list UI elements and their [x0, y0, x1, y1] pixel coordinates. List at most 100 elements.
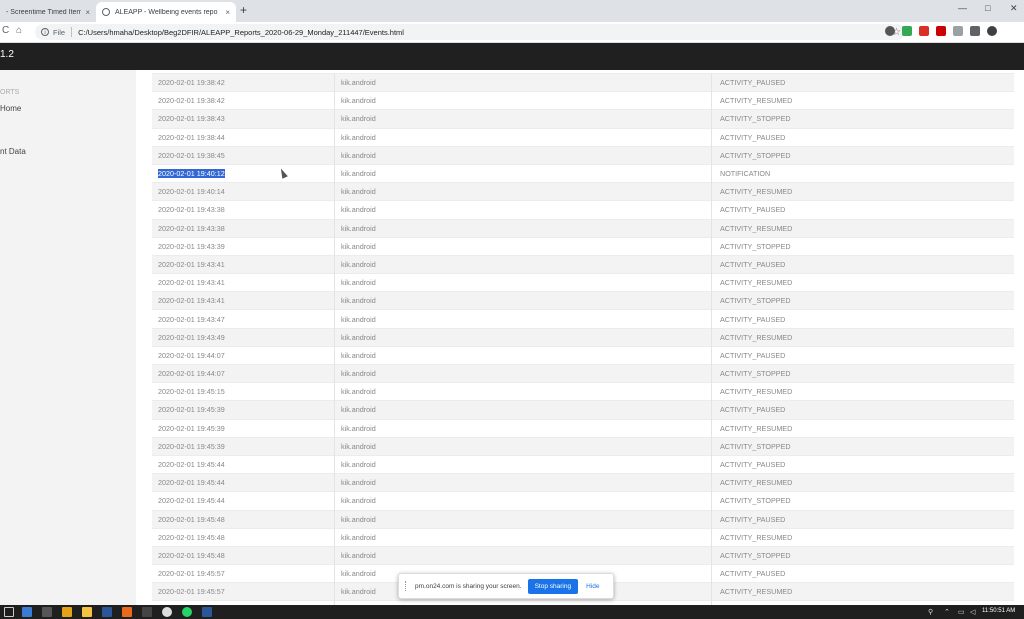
- table-row: 2020-02-01 19:45:39 kik.android ACTIVITY_P…: [152, 400, 1014, 420]
- profile-avatar-icon[interactable]: [987, 26, 997, 36]
- tab-title: - Screentime Timed Item: [6, 8, 82, 16]
- timestamp-text[interactable]: 2020-02-01 19:44:07: [158, 369, 225, 378]
- new-tab-button[interactable]: +: [240, 3, 247, 17]
- package-cell: kik.android: [334, 454, 712, 474]
- package-cell: kik.android: [334, 309, 712, 329]
- event-type-cell: ACTIVITY_PAUSED: [711, 400, 1014, 420]
- package-cell: kik.android: [334, 163, 712, 183]
- timestamp-text[interactable]: 2020-02-01 19:45:39: [158, 424, 225, 433]
- main-content: 2020-02-01 19:38:42 kik.android ACTIVITY_P…: [136, 70, 1024, 619]
- whatsapp-icon[interactable]: [182, 607, 192, 617]
- extension-icon[interactable]: [936, 26, 946, 36]
- timestamp-text[interactable]: 2020-02-01 19:45:44: [158, 460, 225, 469]
- home-icon[interactable]: ⌂: [16, 25, 22, 36]
- close-tab-icon[interactable]: ×: [225, 8, 230, 17]
- table-row: 2020-02-01 19:43:41 kik.android ACTIVITY_S…: [152, 291, 1014, 310]
- sidebar-section-heading: ORTS: [0, 89, 20, 96]
- reload-icon[interactable]: C: [2, 25, 9, 36]
- timestamp-text[interactable]: 2020-02-01 19:38:45: [158, 151, 225, 160]
- close-tab-icon[interactable]: ×: [85, 8, 90, 17]
- clock[interactable]: 11:50:51 AM: [982, 608, 1015, 614]
- table-row: 2020-02-01 19:43:49 kik.android ACTIVITY_R…: [152, 327, 1014, 347]
- extension-icon[interactable]: [970, 26, 980, 36]
- package-cell: kik.android: [334, 382, 712, 401]
- event-type-cell: ACTIVITY_RESUMED: [711, 218, 1014, 238]
- table-row: 2020-02-01 19:45:48 kik.android ACTIVITY_R…: [152, 527, 1014, 547]
- sidebar-item-home[interactable]: Home: [0, 104, 21, 113]
- close-window-button[interactable]: ✕: [1010, 3, 1018, 14]
- event-type-cell: ACTIVITY_PAUSED: [711, 127, 1014, 147]
- timestamp-text[interactable]: 2020-02-01 19:45:44: [158, 496, 225, 505]
- timestamp-cell: 2020-02-01 19:45:44: [152, 473, 335, 492]
- edge-icon[interactable]: [22, 607, 32, 617]
- event-type-cell: ACTIVITY_PAUSED: [711, 254, 1014, 274]
- browser-tab-strip: - Screentime Timed Item × ALEAPP - Wellb…: [0, 0, 1024, 22]
- event-type-cell: ACTIVITY_PAUSED: [711, 564, 1014, 583]
- maximize-button[interactable]: □: [985, 3, 990, 13]
- timestamp-text[interactable]: 2020-02-01 19:45:48: [158, 515, 225, 524]
- info-icon[interactable]: i: [41, 28, 49, 36]
- timestamp-text[interactable]: 2020-02-01 19:43:39: [158, 242, 225, 251]
- word-icon[interactable]: [102, 607, 112, 617]
- timestamp-text[interactable]: 2020-02-01 19:45:15: [158, 387, 225, 396]
- folder-icon[interactable]: [82, 607, 92, 617]
- firefox-icon[interactable]: [122, 607, 132, 617]
- timestamp-text[interactable]: 2020-02-01 19:43:41: [158, 296, 225, 305]
- timestamp-text[interactable]: 2020-02-01 19:43:38: [158, 205, 225, 214]
- table-row: 2020-02-01 19:44:07 kik.android ACTIVITY_S…: [152, 363, 1014, 383]
- timestamp-text[interactable]: 2020-02-01 19:44:07: [158, 351, 225, 360]
- people-icon[interactable]: ⚲: [928, 608, 933, 616]
- timestamp-text[interactable]: 2020-02-01 19:38:42: [158, 78, 225, 87]
- timestamp-cell: 2020-02-01 19:43:49: [152, 327, 335, 347]
- drag-handle-icon[interactable]: [405, 581, 409, 591]
- timestamp-text[interactable]: 2020-02-01 19:38:42: [158, 96, 225, 105]
- extension-icon[interactable]: [885, 26, 895, 36]
- timestamp-text[interactable]: 2020-02-01 19:45:39: [158, 405, 225, 414]
- timestamp-text[interactable]: 2020-02-01 19:40:12: [158, 169, 225, 179]
- timestamp-cell: 2020-02-01 19:38:43: [152, 109, 335, 129]
- timestamp-text[interactable]: 2020-02-01 19:38:44: [158, 133, 225, 142]
- timestamp-text[interactable]: 2020-02-01 19:43:38: [158, 224, 225, 233]
- timestamp-cell: 2020-02-01 19:45:48: [152, 527, 335, 547]
- event-type-cell: ACTIVITY_STOPPED: [711, 545, 1014, 565]
- timestamp-text[interactable]: 2020-02-01 19:43:41: [158, 278, 225, 287]
- tab-wellbeing-events[interactable]: ALEAPP - Wellbeing events repo ×: [96, 2, 236, 22]
- timestamp-text[interactable]: 2020-02-01 19:45:48: [158, 551, 225, 560]
- address-bar[interactable]: i File C:/Users/hmaha/Desktop/Beg2DFIR/A…: [35, 24, 905, 40]
- timestamp-text[interactable]: 2020-02-01 19:45:39: [158, 442, 225, 451]
- timestamp-text[interactable]: 2020-02-01 19:43:49: [158, 333, 225, 342]
- table-row: 2020-02-01 19:43:38 kik.android ACTIVITY_P…: [152, 200, 1014, 219]
- timestamp-text[interactable]: 2020-02-01 19:45:44: [158, 478, 225, 487]
- chevron-up-icon[interactable]: ⌃: [944, 608, 950, 616]
- timestamp-text[interactable]: 2020-02-01 19:45:57: [158, 587, 225, 596]
- table-row: 2020-02-01 19:45:15 kik.android ACTIVITY_R…: [152, 382, 1014, 401]
- timestamp-text[interactable]: 2020-02-01 19:43:41: [158, 260, 225, 269]
- event-type-cell: ACTIVITY_RESUMED: [711, 91, 1014, 110]
- url-text[interactable]: C:/Users/hmaha/Desktop/Beg2DFIR/ALEAPP_R…: [78, 28, 404, 37]
- task-view-icon[interactable]: [42, 607, 52, 617]
- table-row: 2020-02-01 19:38:45 kik.android ACTIVITY_S…: [152, 145, 1014, 165]
- extension-icon[interactable]: [953, 26, 963, 36]
- extension-icon[interactable]: [902, 26, 912, 36]
- timestamp-text[interactable]: 2020-02-01 19:38:43: [158, 114, 225, 123]
- timestamp-text[interactable]: 2020-02-01 19:43:47: [158, 315, 225, 324]
- file-explorer-icon[interactable]: [62, 607, 72, 617]
- extension-icon[interactable]: [919, 26, 929, 36]
- stop-sharing-button[interactable]: Stop sharing: [527, 578, 579, 594]
- network-icon[interactable]: ▭: [958, 608, 965, 616]
- timestamp-text[interactable]: 2020-02-01 19:40:14: [158, 187, 225, 196]
- outlook-icon[interactable]: [202, 607, 212, 617]
- timestamp-text[interactable]: 2020-02-01 19:45:57: [158, 569, 225, 578]
- terminal-icon[interactable]: [142, 607, 152, 617]
- minimize-button[interactable]: —: [958, 3, 967, 13]
- timestamp-cell: 2020-02-01 19:44:07: [152, 363, 335, 383]
- tab-screentime[interactable]: - Screentime Timed Item ×: [0, 2, 96, 22]
- hide-button[interactable]: Hide: [586, 583, 599, 590]
- sidebar-item-event-data[interactable]: nt Data: [0, 147, 26, 156]
- table-row: 2020-02-01 19:38:43 kik.android ACTIVITY_S…: [152, 109, 1014, 129]
- table-row: 2020-02-01 19:38:42 kik.android ACTIVITY_P…: [152, 72, 1014, 92]
- chrome-icon[interactable]: [162, 607, 172, 617]
- volume-icon[interactable]: ◁: [970, 608, 975, 616]
- timestamp-text[interactable]: 2020-02-01 19:45:48: [158, 533, 225, 542]
- start-icon[interactable]: [4, 607, 14, 617]
